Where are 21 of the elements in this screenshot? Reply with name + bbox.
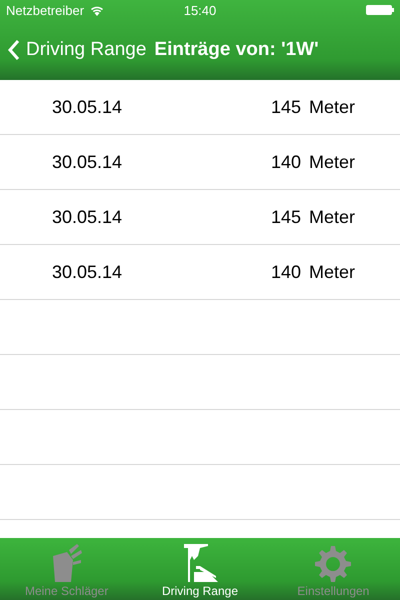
carrier-name: Netzbetreiber — [6, 2, 84, 18]
entry-date: 30.05.14 — [52, 152, 124, 172]
wifi-icon — [90, 4, 104, 16]
back-chevron-icon — [8, 39, 20, 61]
entry-distance: 140 — [270, 152, 301, 172]
entry-date: 30.05.14 — [52, 262, 124, 282]
entry-unit: Meter — [309, 96, 356, 118]
entry-date: 30.05.14 — [52, 206, 124, 228]
battery-icon — [366, 5, 394, 15]
screen-title: Einträge von: '1W' — [154, 39, 319, 61]
entry-unit: Meter — [309, 262, 356, 282]
entry-unit: Meter — [309, 206, 356, 228]
back-button[interactable]: Driving Range — [8, 39, 146, 61]
entry-date: 30.05.14 — [52, 96, 124, 118]
driving-range-icon — [182, 542, 218, 582]
tab-bar-item[interactable]: Driving Range — [133, 538, 267, 600]
entry-unit: Meter — [309, 152, 356, 172]
entry-distance: 145 — [270, 206, 301, 228]
status-time: 15:40 — [184, 2, 216, 18]
entry-distance: 140 — [270, 262, 301, 282]
entry-distance: 145 — [270, 96, 301, 118]
